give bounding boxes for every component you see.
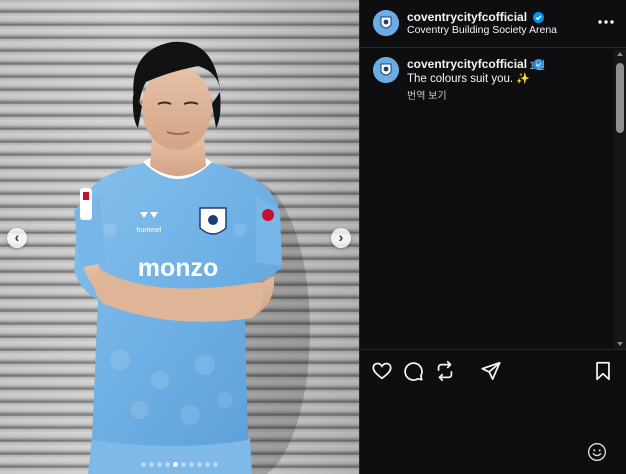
caption-text: The colours suit you. ✨: [407, 72, 530, 85]
like-button[interactable]: [371, 360, 393, 382]
share-button[interactable]: [480, 360, 502, 382]
coventry-city-badge-icon[interactable]: [373, 10, 399, 36]
comment-icon: [404, 362, 423, 381]
scroll-up-arrow-icon[interactable]: [617, 52, 623, 56]
emoji-smiley-icon: [588, 443, 606, 461]
emoji-picker-button[interactable]: [587, 442, 607, 462]
sparkles-emoji: ✨: [516, 73, 531, 85]
carousel-dot: [181, 462, 186, 467]
comments-scrollbar[interactable]: [614, 49, 626, 349]
more-options-button[interactable]: [596, 12, 616, 32]
post-media: hummel monzo ‹ ›: [0, 0, 359, 474]
header-username-text[interactable]: coventrycityfcofficial: [407, 10, 527, 24]
scrollbar-thumb[interactable]: [616, 63, 624, 133]
carousel-dot: [213, 462, 218, 467]
verified-badge-icon: [533, 12, 545, 23]
carousel-dot: [157, 462, 162, 467]
comment-button[interactable]: [402, 360, 424, 382]
carousel-dot: [149, 462, 154, 467]
caption-body: The colours suit you.: [407, 73, 514, 85]
post-header: coventrycityfcofficial Coventry Building…: [360, 0, 626, 48]
caption-username-text[interactable]: coventrycityfcofficial: [407, 57, 527, 71]
post-time[interactable]: 1일: [529, 57, 545, 73]
repost-button[interactable]: [434, 360, 456, 382]
save-icon: [596, 361, 610, 381]
chevron-right-icon: ›: [338, 229, 344, 245]
coventry-city-badge-icon[interactable]: [373, 57, 399, 83]
shirt-sponsor-text: monzo: [138, 254, 219, 282]
save-button[interactable]: [592, 360, 614, 382]
carousel-indicator: [0, 462, 359, 467]
repost-icon: [437, 360, 453, 382]
scroll-down-arrow-icon[interactable]: [617, 342, 623, 346]
next-photo-button[interactable]: ›: [331, 228, 351, 248]
caption-username[interactable]: coventrycityfcofficial: [407, 57, 545, 71]
more-horizontal-icon: [598, 20, 614, 24]
like-icon: [372, 362, 392, 380]
post-location[interactable]: Coventry Building Society Arena: [407, 24, 557, 36]
previous-photo-button[interactable]: ‹: [7, 228, 27, 248]
comment-composer: [360, 430, 626, 474]
player-photo: hummel monzo: [74, 41, 310, 474]
carousel-dot: [141, 462, 146, 467]
header-username[interactable]: coventrycityfcofficial: [407, 10, 545, 24]
see-translation-link[interactable]: 번역 보기: [407, 87, 447, 102]
carousel-dot: [165, 462, 170, 467]
carousel-dot: [197, 462, 202, 467]
post-actions-bar: [360, 349, 626, 393]
carousel-dot: [205, 462, 210, 467]
post-side-panel: coventrycityfcofficial Coventry Building…: [359, 0, 626, 474]
carousel-dot: [173, 462, 178, 467]
share-icon: [481, 361, 501, 380]
instagram-post-view: hummel monzo ‹ › coventrycityfcofficial …: [0, 0, 626, 474]
carousel-dot: [189, 462, 194, 467]
chevron-left-icon: ‹: [14, 229, 20, 245]
shirt-brand-text: hummel: [137, 227, 162, 234]
